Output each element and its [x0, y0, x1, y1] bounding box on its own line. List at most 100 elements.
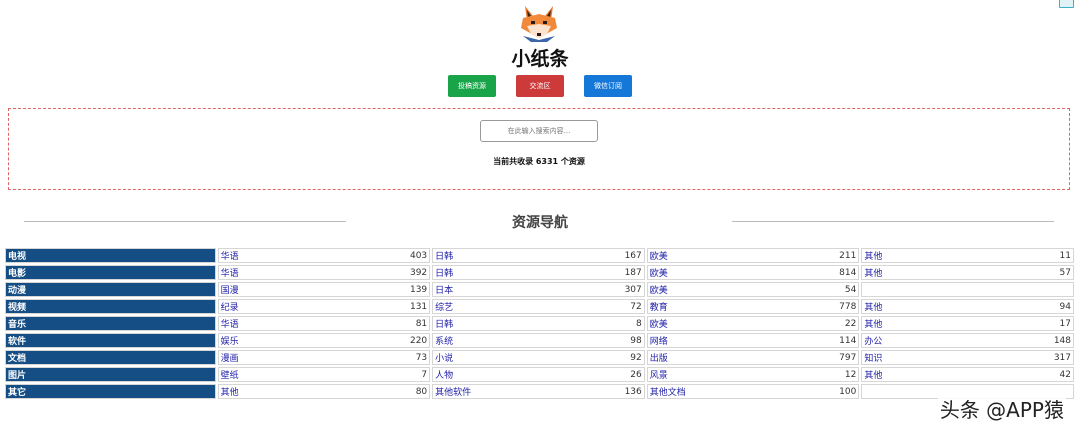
wechat-subscribe-button[interactable]: 微信订阅 — [584, 75, 632, 97]
nav-cell: 人物 26 — [432, 367, 645, 382]
subcategory-count: 100 — [839, 386, 857, 397]
nav-cell: 欧美 211 — [646, 248, 860, 263]
subcategory-link[interactable]: 系统 — [435, 334, 453, 347]
table-row: 音乐 华语 81 日韩 8 欧美 22 其他 17 — [5, 316, 1074, 331]
nav-cell: 出版 797 — [646, 350, 860, 365]
subcategory-count: 148 — [1053, 335, 1071, 346]
subcategory-link[interactable]: 日韩 — [435, 266, 453, 279]
subcategory-link[interactable]: 风景 — [650, 368, 668, 381]
subcategory-link[interactable]: 壁纸 — [221, 368, 239, 381]
table-row: 视频 纪录 131 综艺 72 教育 778 其他 94 — [5, 299, 1074, 314]
nav-cell: 知识 317 — [861, 350, 1074, 365]
corner-icon[interactable] — [1059, 0, 1074, 8]
subcategory-count: 392 — [409, 267, 428, 278]
table-row: 动漫 国漫 139 日本 307 欧美 54 — [5, 282, 1074, 297]
watermark: 头条 @APP猿 — [937, 394, 1066, 423]
subcategory-count: 11 — [1059, 250, 1071, 261]
subcategory-count: 92 — [630, 352, 642, 363]
subcategory-link[interactable]: 其他 — [864, 266, 882, 279]
subcategory-link[interactable]: 欧美 — [650, 283, 668, 296]
subcategory-count: 307 — [624, 284, 642, 295]
subcategory-link[interactable]: 教育 — [650, 300, 668, 313]
subcategory-link[interactable]: 华语 — [221, 317, 239, 330]
submit-resource-button[interactable]: 投稿资源 — [448, 75, 496, 97]
table-row: 软件 娱乐 220 系统 98 网络 114 办公 148 — [5, 333, 1074, 348]
subcategory-link[interactable]: 国漫 — [221, 283, 239, 296]
nav-cell: 综艺 72 — [432, 299, 645, 314]
subcategory-link[interactable]: 其他 — [221, 385, 239, 398]
subcategory-link[interactable]: 知识 — [864, 351, 882, 364]
subcategory-link[interactable]: 华语 — [221, 249, 239, 262]
subcategory-link[interactable]: 其他 — [864, 317, 882, 330]
subcategory-count: 7 — [421, 369, 428, 380]
nav-cell: 日韩 8 — [432, 316, 645, 331]
subcategory-link[interactable]: 纪录 — [221, 300, 239, 313]
subcategory-count: 81 — [415, 318, 428, 329]
search-panel: 当前共收录 6331 个资源 — [8, 108, 1070, 190]
nav-cell: 华语 392 — [217, 265, 431, 280]
category-label: 电影 — [5, 265, 216, 280]
subcategory-count: 814 — [839, 267, 857, 278]
subcategory-count: 57 — [1059, 267, 1071, 278]
category-label: 其它 — [5, 384, 216, 399]
nav-cell: 日韩 167 — [432, 248, 645, 263]
divider-right — [732, 221, 1054, 222]
subcategory-count: 403 — [409, 250, 428, 261]
subcategory-link[interactable]: 其他 — [864, 368, 882, 381]
nav-cell: 华语 81 — [217, 316, 431, 331]
nav-cell: 华语 403 — [217, 248, 431, 263]
resource-count: 当前共收录 6331 个资源 — [493, 157, 585, 166]
table-row: 其它 其他 80 其他软件 136 其他文档 100 — [5, 384, 1074, 399]
search-input[interactable] — [480, 120, 598, 142]
subcategory-link[interactable]: 网络 — [650, 334, 668, 347]
nav-cell: 其他 80 — [217, 384, 431, 399]
nav-cell: 其他 57 — [861, 265, 1074, 280]
subcategory-link[interactable]: 欧美 — [650, 266, 668, 279]
subcategory-count: 187 — [624, 267, 642, 278]
subcategory-link[interactable]: 华语 — [221, 266, 239, 279]
forum-button[interactable]: 交流区 — [516, 75, 564, 97]
site-title: 小纸条 — [511, 48, 569, 70]
nav-cell: 日韩 187 — [432, 265, 645, 280]
subcategory-link[interactable]: 日韩 — [435, 249, 453, 262]
category-label: 电视 — [5, 248, 216, 263]
subcategory-link[interactable]: 其他 — [864, 249, 882, 262]
subcategory-count: 22 — [844, 318, 857, 329]
table-row: 电视 华语 403 日韩 167 欧美 211 其他 11 — [5, 248, 1074, 263]
subcategory-link[interactable]: 娱乐 — [221, 334, 239, 347]
nav-cell: 教育 778 — [646, 299, 860, 314]
nav-cell: 欧美 814 — [646, 265, 860, 280]
category-label: 视频 — [5, 299, 216, 314]
subcategory-link[interactable]: 漫画 — [221, 351, 239, 364]
nav-cell: 日本 307 — [432, 282, 645, 297]
subcategory-link[interactable]: 欧美 — [650, 249, 668, 262]
subcategory-link[interactable]: 出版 — [650, 351, 668, 364]
subcategory-link[interactable]: 其他 — [864, 300, 882, 313]
subcategory-link[interactable]: 欧美 — [650, 317, 668, 330]
subcategory-count: 8 — [636, 318, 642, 329]
fox-logo-icon — [521, 6, 557, 42]
subcategory-link[interactable]: 其他文档 — [650, 385, 686, 398]
nav-cell: 风景 12 — [646, 367, 860, 382]
subcategory-count: 12 — [844, 369, 857, 380]
subcategory-link[interactable]: 办公 — [864, 334, 882, 347]
nav-cell: 娱乐 220 — [217, 333, 431, 348]
nav-cell: 国漫 139 — [217, 282, 431, 297]
subcategory-link[interactable]: 日本 — [435, 283, 453, 296]
subcategory-count: 17 — [1059, 318, 1071, 329]
category-label: 音乐 — [5, 316, 216, 331]
subcategory-count: 131 — [409, 301, 428, 312]
subcategory-count: 797 — [839, 352, 857, 363]
subcategory-count: 317 — [1053, 352, 1071, 363]
subcategory-count: 54 — [844, 284, 857, 295]
subcategory-count: 80 — [415, 386, 428, 397]
subcategory-link[interactable]: 日韩 — [435, 317, 453, 330]
subcategory-link[interactable]: 小说 — [435, 351, 453, 364]
nav-cell — [861, 282, 1074, 297]
subcategory-link[interactable]: 人物 — [435, 368, 453, 381]
nav-cell: 其他 11 — [861, 248, 1074, 263]
subcategory-link[interactable]: 综艺 — [435, 300, 453, 313]
subcategory-count: 94 — [1059, 301, 1071, 312]
subcategory-link[interactable]: 其他软件 — [435, 385, 471, 398]
nav-cell: 纪录 131 — [217, 299, 431, 314]
